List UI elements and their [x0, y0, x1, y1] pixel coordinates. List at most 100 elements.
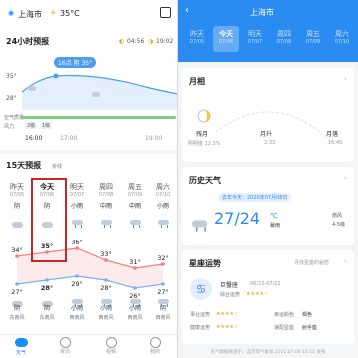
- back-arrow-icon[interactable]: ‹: [185, 5, 189, 16]
- day-date: 07/05: [9, 192, 25, 198]
- day-tab-date: 07/10: [334, 39, 350, 45]
- city-name[interactable]: 上海市: [18, 9, 42, 20]
- night-weather: 阴: [13, 305, 20, 312]
- moonset-time: 16:40: [328, 140, 343, 146]
- hour-label: 17:00: [60, 135, 78, 142]
- hourly-title: 24小时预报: [6, 37, 50, 46]
- day-tab[interactable]: 周四 07/08: [271, 26, 297, 52]
- data-source-footer: 天气数据来源于：北京市气象局 2021.07.06 16:12 发布: [210, 350, 326, 355]
- air-quality-label: 空气质量: [4, 115, 25, 121]
- nav-label: 视频: [105, 349, 116, 355]
- day-weather: 阴: [13, 203, 20, 210]
- low-temp-point: [133, 286, 137, 290]
- low-temp-label: 27°: [157, 288, 169, 296]
- daily-forecast-section: 15天预报 折线 昨天 07/05 阴阴东南风 今天 07/06 阴阴东南风 明天 07/07…: [0, 154, 178, 334]
- moon-illumination: 照明度 12.3%: [188, 141, 221, 147]
- sunset-icon: ◑: [148, 38, 154, 45]
- day-tab[interactable]: 昨天 07/05: [184, 26, 210, 52]
- day-tab-label: 周四: [277, 30, 291, 38]
- horoscope-row-label: 综合运势: [220, 292, 241, 298]
- low-temp-point: [104, 278, 108, 282]
- hourly-min-temp: 28°: [6, 95, 17, 102]
- weather-detail-panel: ‹ 上海市 昨天 07/05 今天 07/06 明天 07/07 周四 07/08 周五 07/0…: [178, 0, 358, 358]
- horoscope-link[interactable]: 寻找星座的秘密: [294, 259, 329, 266]
- day-tab-date: 07/08: [276, 39, 292, 45]
- rain-icon: [95, 213, 117, 228]
- wind-direction: 东南风: [39, 315, 55, 321]
- horoscope-row-value: 褐色: [302, 312, 313, 318]
- low-temp-point: [161, 282, 165, 286]
- cancer-sign-icon: ♋: [190, 278, 212, 300]
- moonset-label: 月落: [326, 131, 339, 138]
- sign-name: 巨蟹座: [220, 282, 239, 289]
- rain-icon: [152, 213, 174, 228]
- day-date: 07/10: [155, 192, 171, 198]
- detail-header: ‹ 上海市 昨天 07/05 今天 07/06 明天 07/07 周四 07/08 周五 07/0…: [178, 0, 358, 62]
- high-temp-label: 34°: [11, 246, 23, 254]
- low-temp-label: 26°: [129, 292, 141, 300]
- day-name: 周五: [128, 183, 142, 191]
- nav-label: 资讯: [59, 349, 70, 355]
- daily-title: 15天预报: [6, 161, 42, 170]
- day-tab-label: 周五: [306, 30, 320, 38]
- night-weather: 阴: [43, 305, 50, 312]
- day-weather: 中雨: [99, 203, 112, 210]
- rain-icon: [191, 220, 208, 232]
- nav-news[interactable]: 资讯: [50, 337, 80, 355]
- history-date-note: 去年今天：2020年07月08日: [218, 193, 292, 202]
- day-tab[interactable]: 周六 07/10: [329, 26, 355, 52]
- day-tab[interactable]: 今天 07/06: [213, 26, 239, 52]
- horoscope-row-value: 射手座: [302, 325, 318, 331]
- video-icon: [105, 337, 117, 348]
- day-tab-date: 07/09: [305, 39, 321, 45]
- high-temp-point: [15, 254, 19, 258]
- daily-temp-chart: 34° 35° 36°33°31° 32°27° 28° 29° 28°26° 27°: [11, 240, 169, 300]
- day-name: 周六: [156, 183, 170, 191]
- wind-label: 风力: [4, 124, 15, 130]
- history-wind-level: 4-5级: [332, 222, 346, 228]
- location-pin-icon[interactable]: ◉: [8, 9, 14, 17]
- chevron-right-icon[interactable]: ›: [344, 174, 347, 182]
- history-temp-unit: ℃: [270, 212, 278, 220]
- wind-direction: 东南风: [9, 315, 25, 321]
- forecast-day-column[interactable]: 周五 07/09 中雨: [124, 182, 146, 228]
- current-hour-marker: [53, 73, 59, 79]
- day-date: 07/09: [127, 192, 143, 198]
- forecast-day-column[interactable]: 周四 07/08 中雨: [95, 182, 117, 228]
- history-temps: 27/24: [214, 209, 261, 228]
- day-tab-date: 07/05: [189, 39, 205, 45]
- high-temp-label: 36°: [71, 240, 83, 246]
- detail-city: 上海市: [250, 8, 274, 17]
- high-temp-label: 31°: [129, 258, 141, 266]
- edit-icon[interactable]: [160, 7, 171, 18]
- horoscope-stars: ★★★★☆: [216, 324, 239, 330]
- wind-direction: 西南风: [127, 315, 143, 321]
- rain-icon: [124, 213, 146, 228]
- horoscope-stars: ★★★★☆: [246, 291, 269, 297]
- hour-label: 19:00: [145, 135, 163, 142]
- chevron-right-icon[interactable]: ›: [344, 257, 347, 265]
- day-tab-label: 周六: [335, 30, 349, 38]
- moon-phase-card: 月相 › 残月 照明度 12.3% 月升 2:33 月落 16:40: [182, 68, 354, 162]
- history-wind-dir: 南风: [332, 213, 343, 219]
- nav-profile[interactable]: 我的: [140, 337, 170, 355]
- today-highlight-box: [31, 178, 67, 262]
- chevron-right-icon[interactable]: ›: [344, 75, 347, 83]
- low-temp-label: 29°: [71, 280, 83, 288]
- wind-level-1: 2级: [25, 122, 38, 129]
- hourly-max-temp: 35°: [6, 73, 17, 80]
- forecast-day-column[interactable]: 昨天 07/05 阴: [6, 182, 28, 228]
- nav-video[interactable]: 视频: [96, 337, 126, 355]
- horoscope-stars: ★★★★☆: [216, 311, 239, 317]
- chart-mode-toggle[interactable]: 折线: [52, 163, 62, 170]
- forecast-day-column[interactable]: 明天 07/07 小雨: [66, 182, 88, 228]
- nav-weather[interactable]: 天气: [6, 337, 36, 356]
- forecast-day-column[interactable]: 周六 07/10 小雨: [152, 182, 174, 228]
- cloud-icon: [6, 213, 28, 228]
- day-tab[interactable]: 明天 07/07: [242, 26, 268, 52]
- moonrise-label: 月升: [260, 131, 273, 138]
- weather-home-panel: ◉ 上海市 ☀ 35°C 24小时预报 ◐ 04:56 ◑ 19:02 16点 …: [0, 0, 178, 358]
- day-name: 周四: [99, 183, 113, 191]
- day-weather: 小雨: [70, 203, 83, 210]
- day-tab[interactable]: 周五 07/09: [300, 26, 326, 52]
